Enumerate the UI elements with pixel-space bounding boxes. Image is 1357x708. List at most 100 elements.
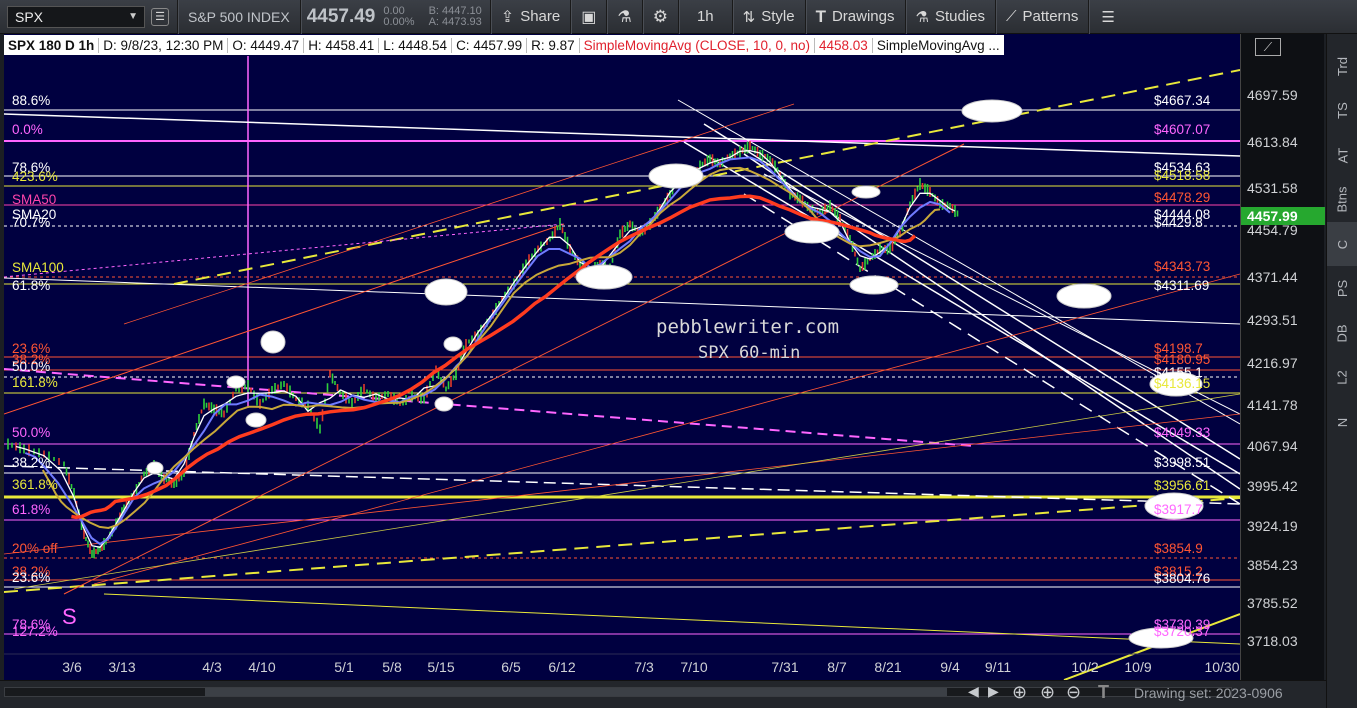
annotation-oval	[245, 412, 267, 428]
axis-settings-icon[interactable]: ⟋	[1255, 38, 1281, 56]
price-axis-label: 4293.51	[1247, 312, 1298, 329]
zoom-in-icon[interactable]: ⊕	[1040, 682, 1055, 703]
symbol-selector[interactable]: SPX ▼	[7, 5, 145, 28]
legend-sma10-value: 4458.03	[815, 37, 873, 53]
side-tab-btns[interactable]: Btns	[1327, 178, 1357, 222]
style-button[interactable]: ⇅ Style	[733, 0, 805, 34]
price-axis-label: 4067.94	[1247, 437, 1298, 454]
time-axis-label: 7/3	[634, 659, 654, 675]
lab-button[interactable]: ⚗	[607, 0, 641, 34]
left-level-label: 20% off	[12, 541, 58, 556]
side-tab-label: TS	[1335, 102, 1350, 119]
annotation-oval	[434, 396, 454, 412]
time-axis-label: 9/4	[940, 659, 960, 675]
right-level-label: $4607.07	[1154, 122, 1210, 137]
side-tab-label: Trd	[1335, 56, 1350, 76]
side-tab-label: Btns	[1334, 186, 1350, 213]
side-tab-at[interactable]: AT	[1327, 133, 1357, 177]
time-axis-label: 9/11	[985, 659, 1011, 675]
time-axis-label: 5/1	[334, 659, 354, 675]
side-tab-trd[interactable]: Trd	[1327, 44, 1357, 88]
right-level-label: $4136.15	[1154, 376, 1210, 391]
left-level-label: 61.8%	[12, 278, 50, 293]
scroll-left-button[interactable]: ◀	[968, 683, 979, 700]
left-level-label: SMA100	[12, 260, 64, 275]
chevron-down-icon: ▼	[128, 11, 138, 22]
crosshair-icon[interactable]: ⊕	[1012, 682, 1027, 703]
bid-ask-block: B: 4447.10 A: 4473.93	[421, 5, 490, 28]
legend-title: SPX 180 D 1h	[4, 37, 100, 53]
left-level-label: 38.2%	[12, 455, 50, 470]
price-axis[interactable]: ⟋ 4697.59 4613.84 4531.58 4454.79 4371.44 429…	[1240, 34, 1325, 680]
scrollbar-thumb[interactable]	[205, 688, 947, 696]
time-axis-label: 3/6	[62, 659, 82, 675]
toolbar: SPX ▼ ☰ S&P 500 INDEX 4457.49 0.00 0.00%…	[0, 0, 1357, 34]
scroll-right-button[interactable]: ▶	[988, 683, 999, 700]
left-level-label: 161.8%	[12, 375, 58, 390]
annotation-oval	[961, 99, 1023, 123]
legend-more-studies[interactable]: SimpleMovingAvg ...	[873, 38, 1004, 53]
legend-high: H: 4458.41	[304, 37, 380, 53]
side-tab-l2[interactable]: L2	[1327, 356, 1357, 400]
price-axis-label: 4697.59	[1247, 87, 1298, 103]
zoom-out-icon[interactable]: ⊖	[1066, 682, 1081, 703]
time-axis-label: 5/8	[382, 659, 402, 675]
left-level-label: 127.2%	[12, 624, 58, 639]
share-button[interactable]: ⇪ Share	[491, 0, 570, 34]
studies-button[interactable]: ⚗ Studies	[906, 0, 996, 34]
legend-date: D: 9/8/23, 12:30 PM	[99, 37, 229, 53]
patterns-label: Patterns	[1022, 8, 1079, 25]
side-panel-tabs: Trd TS AT Btns C PS DB L2 N	[1326, 34, 1357, 708]
interval-button[interactable]: 1h	[679, 0, 732, 34]
right-level-label: $4518.58	[1154, 168, 1210, 183]
price-axis-label: 3924.19	[1247, 518, 1298, 535]
right-level-label: $3854.9	[1154, 541, 1203, 556]
camera-icon: ▣	[581, 8, 597, 26]
patterns-button[interactable]: ⟋ Patterns	[996, 0, 1088, 34]
settings-button[interactable]: ⚙	[643, 0, 678, 34]
last-price: 4457.49	[306, 5, 376, 27]
price-axis-label: 3785.52	[1247, 595, 1298, 612]
time-axis-label: 4/3	[202, 659, 222, 675]
chart-app: SPX ▼ ☰ S&P 500 INDEX 4457.49 0.00 0.00%…	[0, 0, 1357, 708]
side-tab-ps[interactable]: PS	[1327, 267, 1357, 311]
side-tab-db[interactable]: DB	[1327, 311, 1357, 355]
change-percent: 0.00%	[383, 15, 415, 28]
side-tab-n[interactable]: N	[1327, 400, 1357, 444]
current-price-tag: 4457.99	[1241, 207, 1325, 225]
flask-icon: ⚗	[617, 8, 632, 26]
style-label: Style	[761, 8, 795, 25]
side-tab-ts[interactable]: TS	[1327, 89, 1357, 133]
left-level-label: 23.6%	[12, 570, 50, 585]
drawings-button[interactable]: T Drawings	[806, 0, 905, 34]
share-icon: ⇪	[500, 8, 515, 26]
watermark-line1: pebblewriter.com	[656, 316, 839, 338]
text-tool-icon[interactable]: T	[1098, 682, 1109, 703]
annotation-oval	[648, 163, 704, 189]
annotation-oval	[1056, 283, 1112, 309]
time-axis-label: 7/31	[771, 659, 798, 675]
legend-open: O: 4449.47	[228, 37, 305, 53]
time-axis-label: 4/10	[248, 659, 275, 675]
price-axis-label: 4216.97	[1247, 354, 1298, 371]
snapshot-button[interactable]: ▣	[571, 0, 606, 34]
price-axis-label: 3854.23	[1247, 557, 1298, 574]
right-level-label: $4049.33	[1154, 425, 1210, 440]
side-tab-label: DB	[1335, 323, 1350, 343]
ask-value: A: 4473.93	[428, 15, 482, 28]
annotation-oval	[424, 278, 468, 306]
time-axis-label: 10/30	[1204, 659, 1239, 675]
side-tab-c[interactable]: C	[1327, 222, 1357, 266]
drawing-set-label[interactable]: Drawing set: 2023-0906	[1134, 685, 1283, 701]
left-level-label: 0.0%	[12, 122, 43, 137]
legend-close: C: 4457.99	[452, 37, 528, 53]
time-axis-label: 10/2	[1071, 659, 1098, 675]
left-level-label: 70.7%	[12, 215, 50, 230]
legend-sma10[interactable]: SimpleMovingAvg (CLOSE, 10, 0, no)	[580, 37, 816, 53]
price-axis-label: 3995.42	[1247, 478, 1298, 495]
watermark-line2: SPX 60-min	[698, 343, 800, 363]
symbol-menu-icon[interactable]: ☰	[151, 7, 169, 26]
price-chart[interactable]: 88.6%0.0%78.6%423.6%SMA50SMA2070.7%SMA10…	[4, 34, 1240, 680]
menu-button[interactable]: ☰	[1089, 0, 1126, 34]
side-tab-label: AT	[1335, 147, 1350, 163]
